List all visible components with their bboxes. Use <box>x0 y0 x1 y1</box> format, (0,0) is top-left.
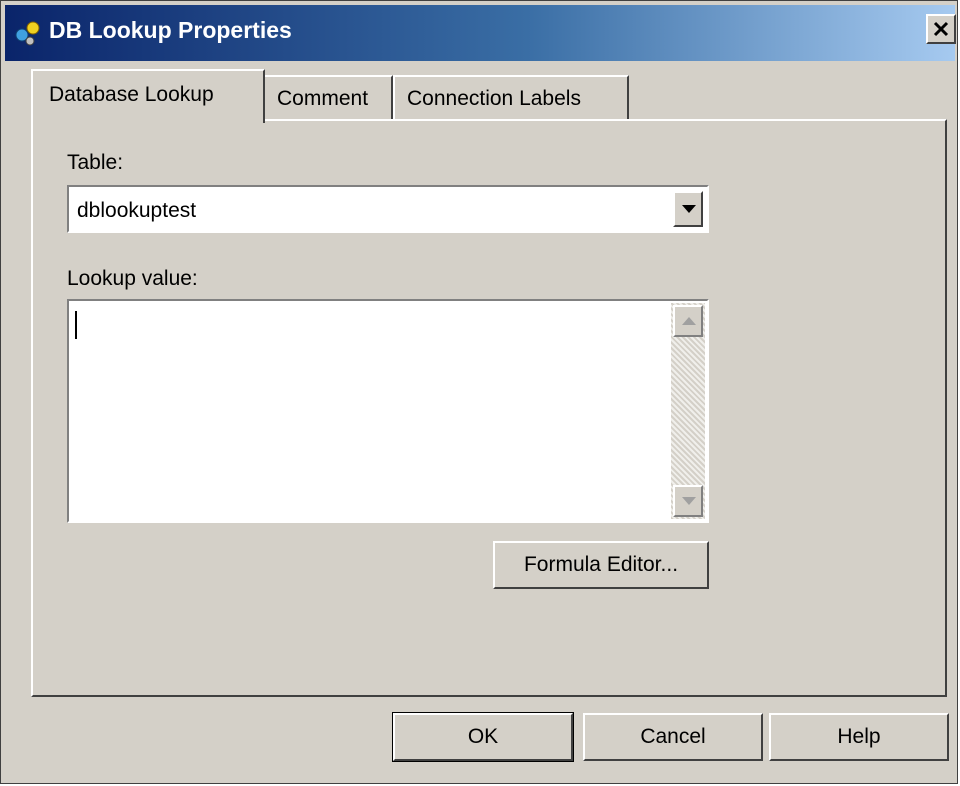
table-dropdown-button[interactable] <box>673 191 703 227</box>
arrow-up-icon <box>682 317 696 325</box>
help-button[interactable]: Help <box>769 713 949 761</box>
scroll-down-button[interactable] <box>673 485 703 517</box>
db-lookup-properties-dialog: DB Lookup Properties Database Lookup Com… <box>0 0 958 784</box>
lookup-value-field[interactable] <box>67 299 709 523</box>
lookup-value-label: Lookup value: <box>67 267 198 290</box>
table-select-value: dblookuptest <box>77 199 197 222</box>
chevron-down-icon <box>682 205 696 213</box>
cancel-button[interactable]: Cancel <box>583 713 763 761</box>
ok-button[interactable]: OK <box>392 712 574 762</box>
formula-editor-button[interactable]: Formula Editor... <box>493 541 709 589</box>
arrow-down-icon <box>682 497 696 505</box>
table-select[interactable]: dblookuptest <box>67 185 709 233</box>
scroll-up-button[interactable] <box>673 305 703 337</box>
vertical-scrollbar[interactable] <box>671 303 705 519</box>
text-caret <box>75 311 77 339</box>
table-label: Table: <box>67 151 124 174</box>
